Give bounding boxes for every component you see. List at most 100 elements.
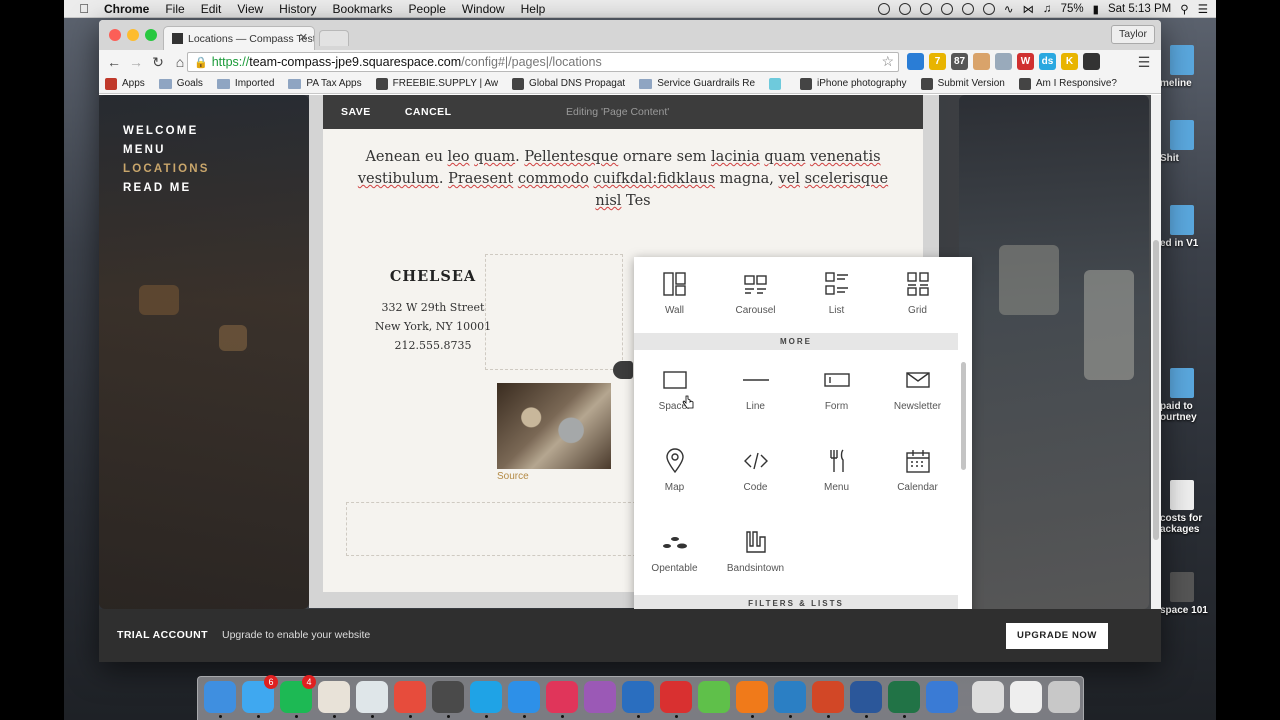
notification-center-icon[interactable]: ☰ <box>1198 2 1208 16</box>
block-list[interactable]: List <box>796 257 877 337</box>
bookmark-star-icon[interactable]: ☆ <box>881 53 894 70</box>
bookmark-item[interactable]: FREEBIE.SUPPLY | Aw <box>375 77 498 90</box>
desktop-file[interactable]: costs for ackages <box>1160 480 1216 535</box>
clock[interactable]: Sat 5:13 PM <box>1108 3 1171 15</box>
1password-icon[interactable] <box>622 681 654 713</box>
block-form[interactable]: Form <box>796 353 877 433</box>
coffee-image[interactable] <box>497 383 611 469</box>
location-name[interactable]: CHELSEA <box>363 268 503 285</box>
reload-icon[interactable]: ↻ <box>147 54 169 71</box>
location-street[interactable]: 332 W 29th Street <box>363 301 503 314</box>
preview-icon[interactable] <box>972 681 1004 713</box>
location-city[interactable]: New York, NY 10001 <box>363 320 503 333</box>
ds-icon[interactable]: ds <box>1039 53 1056 70</box>
desktop-file[interactable]: space 101 <box>1160 572 1216 616</box>
bookmark-item[interactable]: Imported <box>216 78 274 89</box>
record-icon[interactable] <box>877 3 890 15</box>
close-tab-icon[interactable]: ✕ <box>299 31 308 44</box>
bookmark-item[interactable]: Submit Version <box>920 77 1005 90</box>
finder-icon[interactable] <box>204 681 236 713</box>
menu-window[interactable]: Window <box>462 2 505 16</box>
block-newsletter[interactable]: Newsletter <box>877 353 958 433</box>
nav-locations[interactable]: LOCATIONS <box>123 163 210 175</box>
upgrade-now-button[interactable]: UPGRADE NOW <box>1006 623 1108 649</box>
slack-icon[interactable] <box>318 681 350 713</box>
firefox-icon[interactable] <box>736 681 768 713</box>
desktop-file[interactable]: Shit <box>1160 120 1216 164</box>
calendar-87-icon[interactable]: 87 <box>951 53 968 70</box>
word-icon[interactable] <box>850 681 882 713</box>
block-menu[interactable]: Menu <box>796 434 877 514</box>
bookmark-item[interactable]: iPhone photography <box>800 77 907 90</box>
eyedropper-icon[interactable] <box>1083 53 1100 70</box>
sunny-icon[interactable]: 7 <box>929 53 946 70</box>
profile-button[interactable]: Taylor <box>1110 25 1155 44</box>
safari-icon[interactable] <box>508 681 540 713</box>
download-icon[interactable] <box>907 53 924 70</box>
excel-icon[interactable] <box>888 681 920 713</box>
menu-help[interactable]: Help <box>521 2 546 16</box>
camera-icon[interactable] <box>995 53 1012 70</box>
k-icon[interactable]: K <box>1061 53 1078 70</box>
nav-menu[interactable]: MENU <box>123 144 210 156</box>
drive-icon[interactable] <box>898 3 911 15</box>
menu-edit[interactable]: Edit <box>201 2 222 16</box>
quicktime-icon[interactable] <box>926 681 958 713</box>
cancel-button[interactable]: CANCEL <box>405 106 452 118</box>
spotlight-icon[interactable]: ⚲ <box>1180 2 1188 16</box>
text-block[interactable]: Aenean eu leo quam. Pellentesque ornare … <box>353 146 893 212</box>
block-map[interactable]: Map <box>634 434 715 514</box>
block-spacer[interactable]: Spacer <box>634 353 715 433</box>
nav-welcome[interactable]: WELCOME <box>123 125 210 137</box>
battery-percent[interactable]: 75% <box>1061 3 1084 15</box>
apple-icon[interactable]:  <box>64 1 104 16</box>
battery-icon[interactable]: ▮ <box>1093 2 1099 16</box>
powerpoint-icon[interactable] <box>812 681 844 713</box>
bookmark-item[interactable] <box>769 77 786 90</box>
reeder-icon[interactable] <box>660 681 692 713</box>
bookmark-item[interactable]: Goals <box>158 78 203 89</box>
forward-icon[interactable]: → <box>125 54 147 70</box>
bookmark-item[interactable]: Service Guardrails Re <box>639 78 755 89</box>
xcode-icon[interactable] <box>774 681 806 713</box>
picker-scrollbar[interactable] <box>961 362 966 470</box>
menu-bookmarks[interactable]: Bookmarks <box>333 2 393 16</box>
block-line[interactable]: Line <box>715 353 796 433</box>
menu-file[interactable]: File <box>165 2 184 16</box>
bookmark-item[interactable]: Global DNS Propagat <box>512 77 625 90</box>
new-tab-button[interactable] <box>319 30 349 46</box>
trash-icon[interactable] <box>1048 681 1080 713</box>
bookmark-item[interactable]: PA Tax Apps <box>288 78 362 89</box>
location-phone[interactable]: 212.555.8735 <box>363 339 503 352</box>
bookmark-item[interactable]: Am I Responsive? <box>1018 77 1117 90</box>
address-bar[interactable]: 🔒 https:// team-compass-jpe9.squarespace… <box>187 52 899 72</box>
block-wall[interactable]: Wall <box>634 257 715 337</box>
block-opentable[interactable]: Opentable <box>634 515 715 595</box>
block-calendar[interactable]: Calendar <box>877 434 958 514</box>
page-scrollbar[interactable] <box>1151 95 1161 609</box>
cloud-icon[interactable] <box>982 3 995 15</box>
menu-view[interactable]: View <box>237 2 263 16</box>
atom-icon[interactable] <box>356 681 388 713</box>
volume-icon[interactable]: ♫ <box>1043 3 1052 15</box>
block-carousel[interactable]: Carousel <box>715 257 796 337</box>
info-icon[interactable] <box>919 3 932 15</box>
airmail-icon[interactable] <box>546 681 578 713</box>
block-code[interactable]: Code <box>715 434 796 514</box>
desktop-file[interactable]: meline <box>1160 45 1216 89</box>
menu-people[interactable]: People <box>409 2 446 16</box>
evernote-icon[interactable] <box>698 681 730 713</box>
chrome-doc-icon[interactable] <box>1010 681 1042 713</box>
color-picker-icon[interactable] <box>584 681 616 713</box>
empty-block-placeholder[interactable] <box>346 502 636 556</box>
zoom-window-button[interactable] <box>145 29 157 41</box>
menu-history[interactable]: History <box>279 2 316 16</box>
block-grid[interactable]: Grid <box>877 257 958 337</box>
nav-read-me[interactable]: READ ME <box>123 182 210 194</box>
save-button[interactable]: SAVE <box>341 106 371 118</box>
back-icon[interactable]: ← <box>103 54 125 70</box>
w-icon[interactable]: W <box>1017 53 1034 70</box>
bookmark-item[interactable]: Apps <box>105 77 145 90</box>
scrollbar-thumb[interactable] <box>1153 240 1159 540</box>
bluetooth-icon[interactable]: ⋈ <box>1022 2 1034 16</box>
